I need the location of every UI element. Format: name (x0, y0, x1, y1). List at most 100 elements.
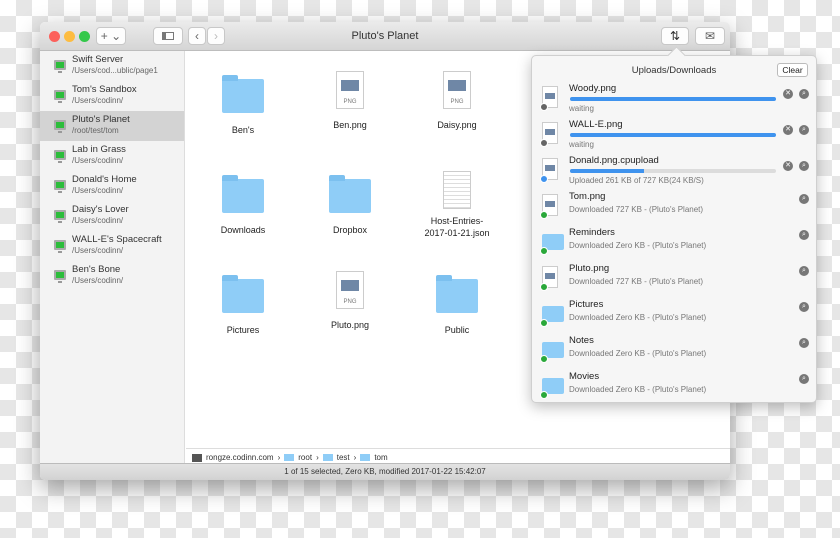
sidebar-item[interactable]: Lab in Grass/Users/codinn/ (40, 141, 184, 171)
magnifier-icon[interactable]: ⌕ (799, 230, 809, 240)
sidebar-item[interactable]: Ben's Bone/Users/codinn/ (40, 261, 184, 291)
path-bar: rongze.codinn.com › root › test › tom (186, 448, 730, 463)
file-name: Ben's (231, 125, 255, 135)
magnifier-icon[interactable]: ⌕ (799, 338, 809, 348)
server-path: /Users/codinn/ (72, 246, 124, 255)
magnifier-icon[interactable]: ⌕ (799, 266, 809, 276)
file-name: Pictures (226, 325, 260, 335)
folder-icon (222, 275, 264, 313)
transfer-status: Downloaded Zero KB - (Pluto's Planet) (569, 385, 707, 394)
path-host[interactable]: rongze.codinn.com (206, 453, 274, 462)
sidebar-item[interactable]: Donald's Home/Users/codinn/ (40, 171, 184, 201)
server-name: Daisy's Lover (72, 204, 129, 215)
sidebar-item[interactable]: Swift Server/Users/cod...ublic/page1 (40, 51, 184, 81)
sidebar: Swift Server/Users/cod...ublic/page1 Tom'… (40, 51, 185, 463)
cancel-icon[interactable]: ✕ (783, 161, 793, 171)
server-path: /Users/codinn/ (72, 276, 124, 285)
status-bar: 1 of 15 selected, Zero KB, modified 2017… (40, 463, 730, 480)
transfer-status: Downloaded Zero KB - (Pluto's Planet) (569, 349, 707, 358)
server-icon (54, 270, 66, 283)
magnifier-icon[interactable]: ⌕ (799, 374, 809, 384)
transfer-name: Pictures (569, 299, 604, 310)
checkmark-icon (540, 355, 548, 363)
path-separator: › (277, 453, 281, 462)
server-path: /Users/codinn/ (72, 186, 124, 195)
file-item[interactable]: Host-Entries- 2017-01-21.json (407, 171, 507, 239)
transfer-name: Notes (569, 335, 594, 346)
server-name: Donald's Home (72, 174, 137, 185)
transfer-item: WALL-E.png waiting ✕ ⌕ (532, 118, 816, 154)
transfer-status: Downloaded Zero KB - (Pluto's Planet) (569, 241, 707, 250)
mail-button[interactable]: ✉ (695, 27, 725, 45)
path-segment[interactable]: root (298, 453, 312, 462)
file-item[interactable]: PNG Daisy.png (407, 71, 507, 131)
server-path: /Users/codinn/ (72, 156, 124, 165)
magnifier-icon[interactable]: ⌕ (799, 125, 809, 135)
image-file-icon: PNG (336, 71, 364, 109)
file-item[interactable]: Dropbox (300, 171, 400, 236)
checkmark-icon (540, 391, 548, 399)
transfer-item: Movies Downloaded Zero KB - (Pluto's Plan… (532, 370, 816, 406)
progress-bar (570, 169, 776, 173)
popover-title: Uploads/Downloads (631, 65, 717, 76)
image-preview (341, 280, 359, 291)
server-name: Tom's Sandbox (72, 84, 137, 95)
path-segment[interactable]: test (337, 453, 350, 462)
file-name: Ben.png (333, 120, 367, 130)
cancel-icon[interactable]: ✕ (783, 89, 793, 99)
sidebar-item[interactable]: Pluto's Planet/root/test/tom (40, 111, 184, 141)
file-name: Host-Entries- 2017-01-21.json (424, 216, 490, 238)
file-item[interactable]: Downloads (193, 171, 293, 236)
file-item[interactable]: PNG Ben.png (300, 71, 400, 131)
folder-icon (329, 175, 371, 213)
clock-icon (540, 103, 548, 111)
transfer-name: Movies (569, 371, 600, 382)
magnifier-icon[interactable]: ⌕ (799, 194, 809, 204)
progress-bar (570, 97, 776, 101)
checkmark-icon (540, 319, 548, 327)
clock-icon (540, 139, 548, 147)
folder-icon (360, 454, 371, 461)
file-name: Daisy.png (437, 120, 477, 130)
path-segment[interactable]: tom (374, 453, 387, 462)
magnifier-icon[interactable]: ⌕ (799, 161, 809, 171)
server-icon (54, 120, 66, 133)
checkmark-icon (540, 247, 548, 255)
progress-fill (570, 133, 776, 137)
transfer-item: Woody.png waiting ✕ ⌕ (532, 82, 816, 118)
transfer-status: waiting (569, 140, 594, 149)
transfers-popover: Uploads/Downloads Clear Woody.png waiting… (531, 55, 817, 403)
file-item[interactable]: Pictures (193, 271, 293, 336)
upload-icon (540, 175, 548, 183)
image-preview (341, 80, 359, 91)
clear-button[interactable]: Clear (777, 63, 808, 77)
sidebar-item[interactable]: Daisy's Lover/Users/codinn/ (40, 201, 184, 231)
cancel-icon[interactable]: ✕ (783, 125, 793, 135)
server-icon (54, 180, 66, 193)
magnifier-icon[interactable]: ⌕ (799, 89, 809, 99)
transfer-status: Downloaded 727 KB - (Pluto's Planet) (569, 205, 704, 214)
progress-bar (570, 133, 776, 137)
transfer-item: Pictures Downloaded Zero KB - (Pluto's Pl… (532, 298, 816, 334)
transfers-button[interactable]: ⇅ (661, 27, 689, 45)
transfer-name: WALL-E.png (569, 119, 623, 130)
server-icon (54, 240, 66, 253)
transfer-item: Tom.png Downloaded 727 KB - (Pluto's Plan… (532, 190, 816, 226)
file-item[interactable]: Ben's (193, 71, 293, 136)
server-name: Ben's Bone (72, 264, 121, 275)
folder-icon (322, 454, 333, 461)
server-name: Swift Server (72, 54, 124, 65)
transfer-name: Woody.png (569, 83, 617, 94)
transfer-item: Notes Downloaded Zero KB - (Pluto's Plane… (532, 334, 816, 370)
server-icon (54, 150, 66, 163)
transfer-name: Pluto.png (569, 263, 610, 274)
magnifier-icon[interactable]: ⌕ (799, 302, 809, 312)
server-path: /Users/codinn/ (72, 216, 124, 225)
file-item[interactable]: Public (407, 271, 507, 336)
sidebar-item[interactable]: Tom's Sandbox/Users/codinn/ (40, 81, 184, 111)
transfer-status: Uploaded 261 KB of 727 KB(24 KB/S) (569, 176, 704, 185)
sidebar-item[interactable]: WALL-E's Spacecraft/Users/codinn/ (40, 231, 184, 261)
window-title: Pluto's Planet (351, 30, 419, 42)
file-name: Downloads (220, 225, 266, 235)
file-item[interactable]: PNG Pluto.png (300, 271, 400, 331)
